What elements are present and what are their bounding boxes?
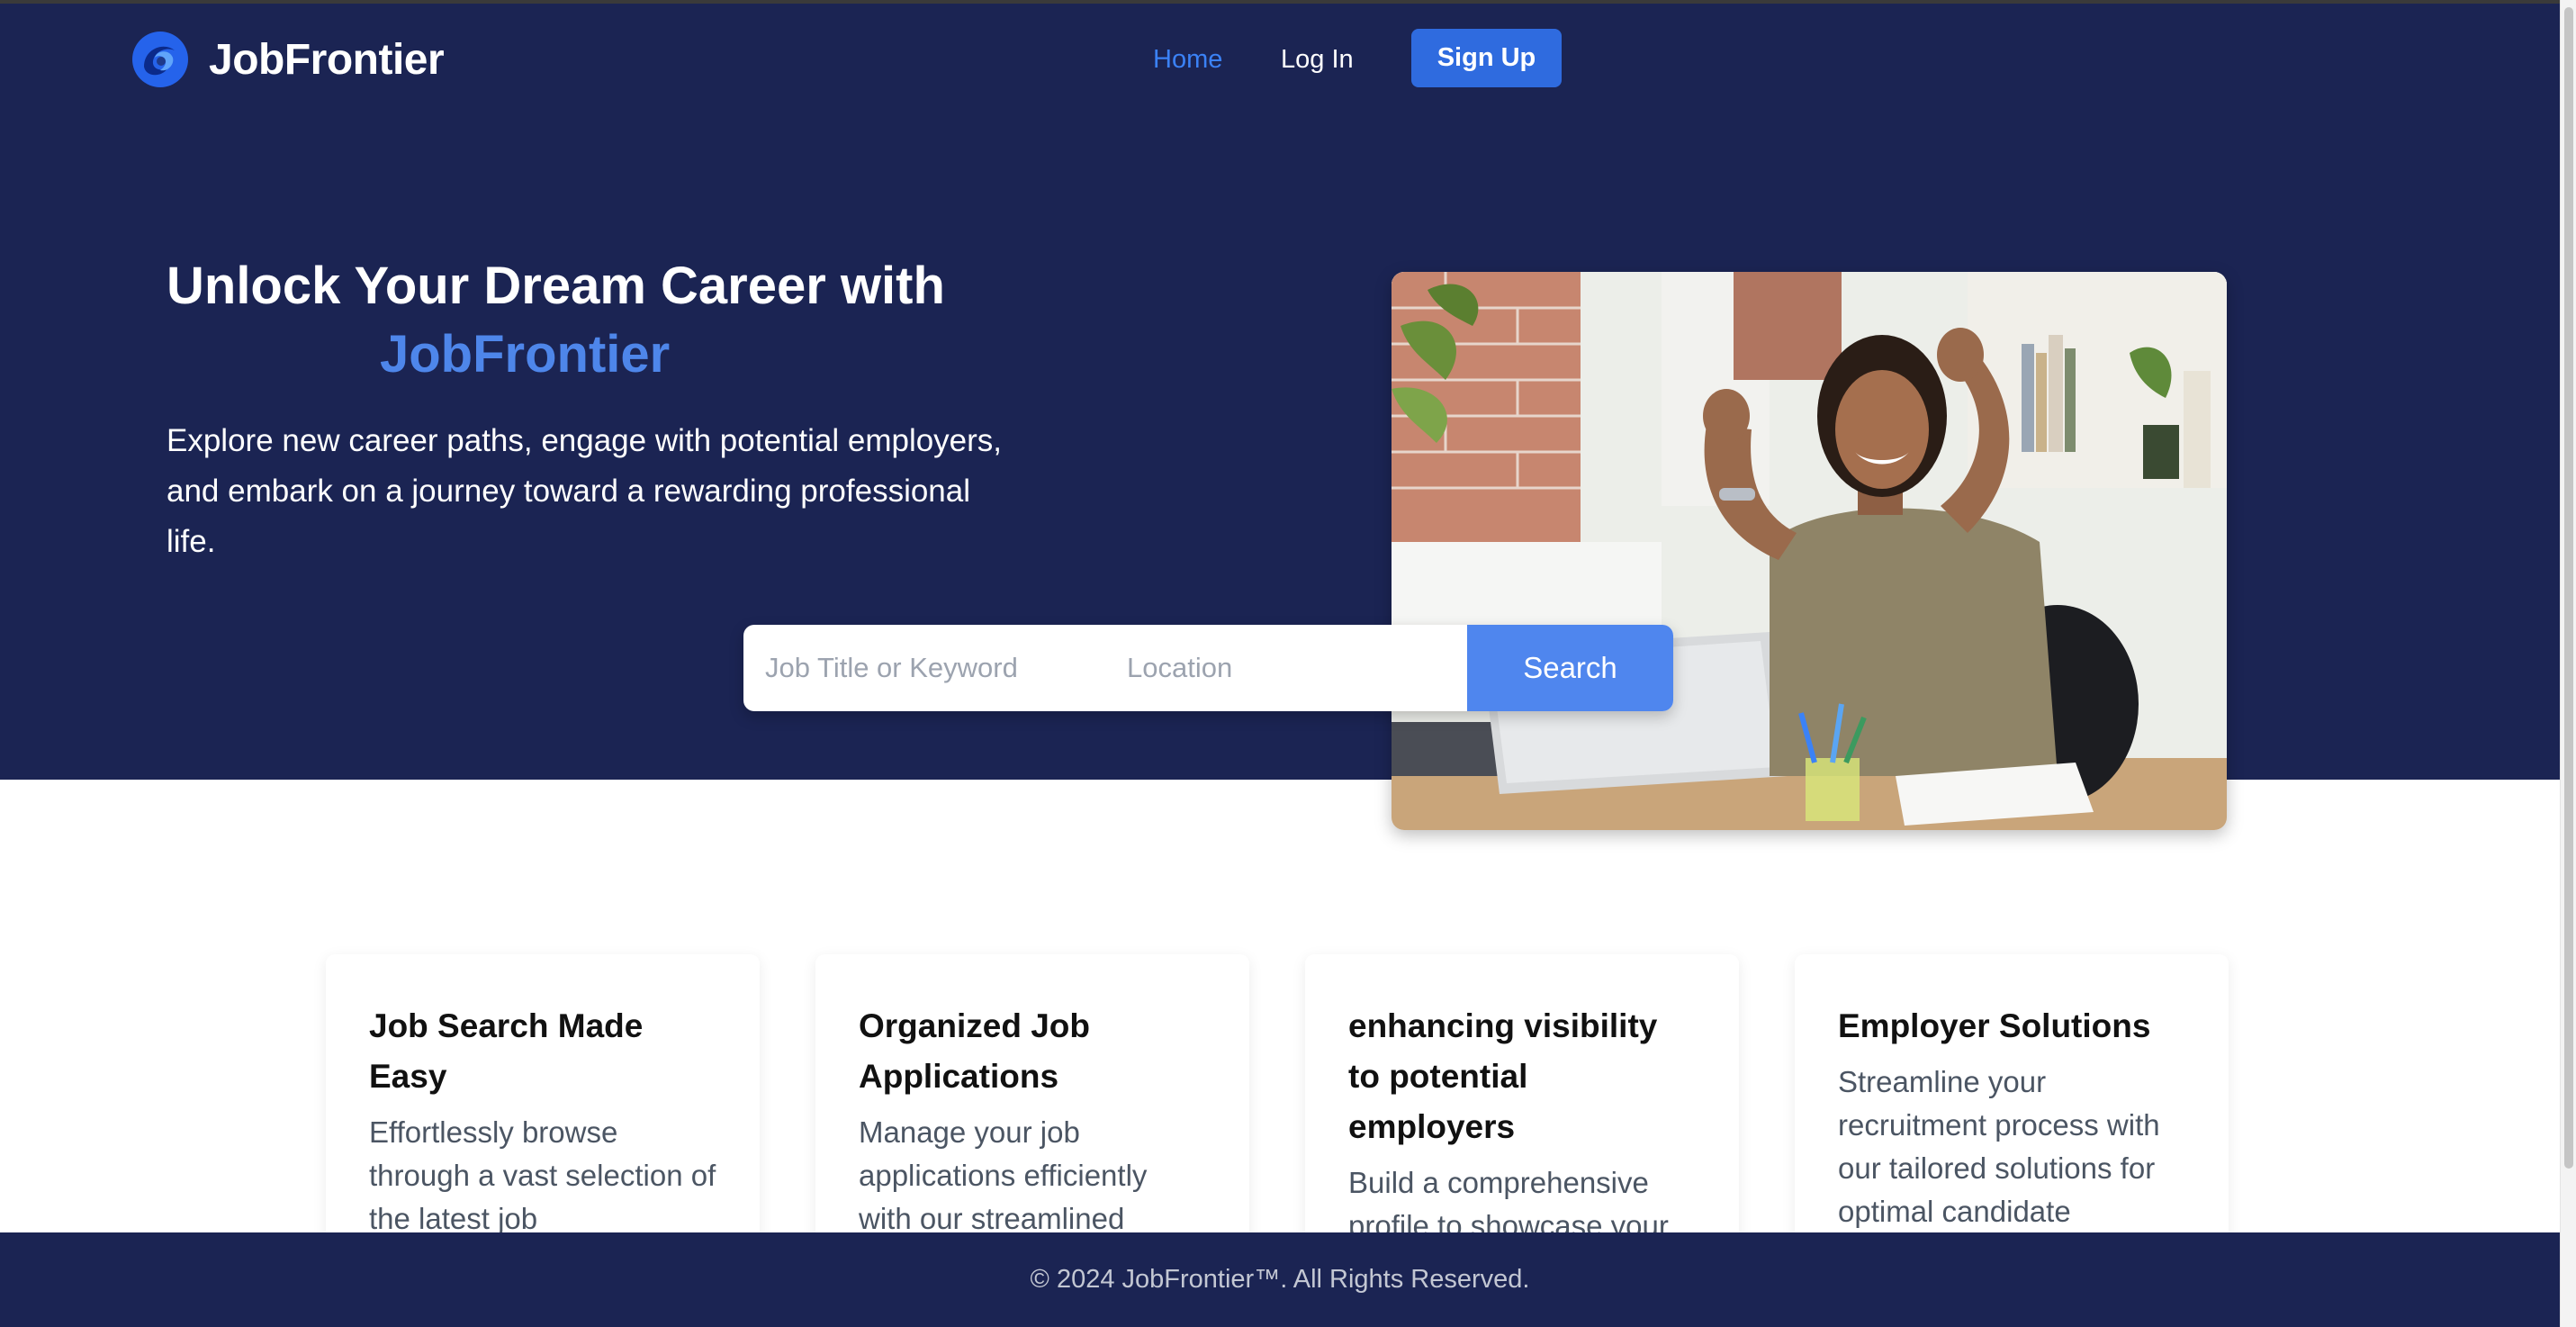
hero-headline: Unlock Your Dream Career with JobFrontie… (167, 252, 1013, 389)
nav-login-link[interactable]: Log In (1281, 45, 1354, 75)
feature-card: Employer Solutions Streamline your recru… (1795, 954, 2229, 1242)
signup-button[interactable]: Sign Up (1411, 29, 1562, 87)
feature-card-title: Organized Job Applications (859, 1007, 1090, 1095)
celebrating-woman-photo (1392, 272, 2227, 830)
main-nav: Home Log In Sign Up (0, 29, 2560, 92)
keyword-input[interactable] (743, 625, 1103, 711)
footer-copyright: © 2024 JobFrontier™. All Rights Reserved… (1030, 1265, 1530, 1294)
hero-section: JobFrontier Home Log In Sign Up Unlock Y… (0, 4, 2560, 830)
page-footer: © 2024 JobFrontier™. All Rights Reserved… (0, 1232, 2560, 1327)
nav-home-link[interactable]: Home (1153, 45, 1222, 75)
page-scrollbar[interactable] (2560, 0, 2576, 1327)
feature-card-body: Streamline your recruitment process with… (1838, 1065, 2160, 1228)
feature-card-title: Employer Solutions (1838, 1007, 2151, 1044)
feature-card-title: enhancing visibility to potential employ… (1348, 1007, 1658, 1145)
hero-headline-text: Unlock Your Dream Career with (167, 257, 945, 315)
hero-headline-brand: JobFrontier (380, 325, 671, 384)
hero-image (1392, 272, 2227, 830)
feature-card-body: Manage your job applications efficiently… (859, 1115, 1148, 1235)
job-search-bar: Search (743, 625, 1673, 711)
search-button[interactable]: Search (1467, 625, 1673, 711)
hero-subtext: Explore new career paths, engage with po… (167, 423, 1003, 559)
feature-card-title: Job Search Made Easy (369, 1007, 644, 1095)
feature-card: Job Search Made Easy Effortlessly browse… (326, 954, 760, 1278)
feature-card: enhancing visibility to potential employ… (1305, 954, 1739, 1286)
location-input[interactable] (1103, 625, 1467, 711)
feature-card: Organized Job Applications Manage your j… (815, 954, 1249, 1242)
scrollbar-thumb[interactable] (2564, 7, 2573, 1169)
